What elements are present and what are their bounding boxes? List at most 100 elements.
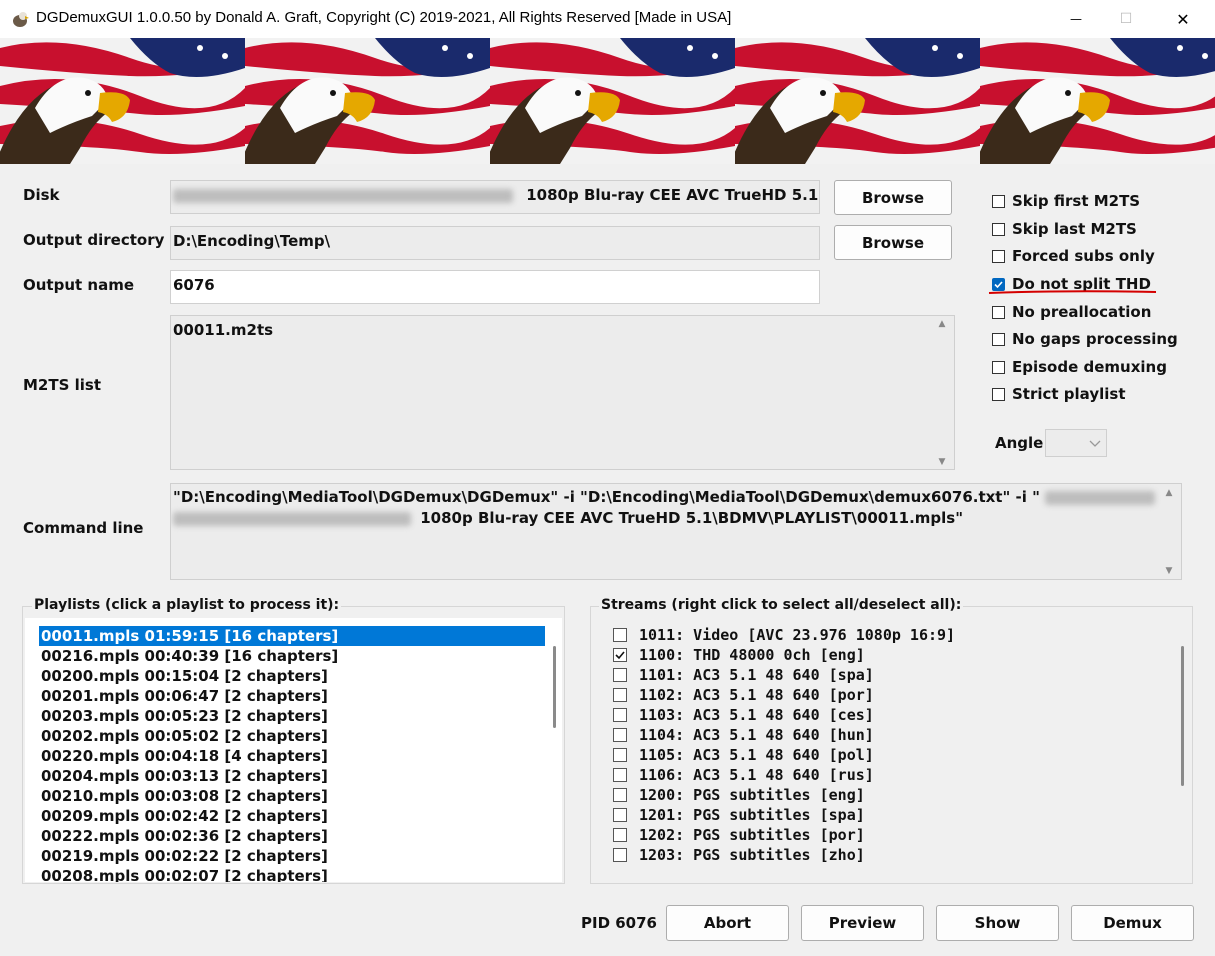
stream-label: 1105: AC3 5.1 48 640 [pol] (639, 746, 874, 764)
stream-item[interactable]: 1100: THD 48000 0ch [eng] (613, 645, 1173, 665)
stream-checkbox[interactable] (613, 828, 627, 842)
option-skip-last-m2ts[interactable]: Skip last M2TS (992, 219, 1137, 239)
command-line-scrollbar[interactable]: ▲ ▼ (1161, 487, 1177, 577)
output-name-field[interactable]: 6076 (170, 270, 820, 304)
option-no-gaps-processing[interactable]: No gaps processing (992, 329, 1178, 349)
angle-select[interactable] (1045, 429, 1107, 457)
disk-field[interactable]: 1080p Blu-ray CEE AVC TrueHD 5.1 (170, 180, 820, 214)
checkbox-label: Strict playlist (1012, 385, 1126, 403)
red-underline-annotation (988, 290, 1157, 294)
checkbox[interactable] (992, 222, 1005, 236)
preview-button[interactable]: Preview (801, 905, 924, 941)
stream-checkbox[interactable] (613, 708, 627, 722)
maximize-button[interactable]: ☐ (1103, 0, 1149, 38)
stream-checkbox[interactable] (613, 628, 627, 642)
checkbox[interactable] (992, 332, 1005, 346)
scroll-up-icon[interactable]: ▲ (1166, 487, 1173, 499)
playlist-item[interactable]: 00216.mpls 00:40:39 [16 chapters] (39, 646, 545, 666)
option-no-preallocation[interactable]: No preallocation (992, 302, 1151, 322)
m2ts-list-box[interactable]: 00011.m2ts (170, 315, 955, 470)
stream-checkbox[interactable] (613, 808, 627, 822)
checkbox-label: No gaps processing (1012, 330, 1178, 348)
checkbox[interactable] (992, 249, 1005, 263)
playlist-item[interactable]: 00208.mpls 00:02:07 [2 chapters] (39, 866, 545, 882)
command-line-label: Command line (23, 519, 144, 537)
playlist-item[interactable]: 00219.mpls 00:02:22 [2 chapters] (39, 846, 545, 866)
eagle-flag-tile (240, 38, 490, 164)
scroll-up-icon[interactable]: ▲ (939, 318, 946, 330)
abort-button[interactable]: Abort (666, 905, 789, 941)
stream-label: 1106: AC3 5.1 48 640 [rus] (639, 766, 874, 784)
checkbox[interactable] (992, 360, 1005, 374)
playlist-item[interactable]: 00200.mpls 00:15:04 [2 chapters] (39, 666, 545, 686)
stream-item[interactable]: 1104: AC3 5.1 48 640 [hun] (613, 725, 1173, 745)
stream-item[interactable]: 1102: AC3 5.1 48 640 [por] (613, 685, 1173, 705)
browse-output-button[interactable]: Browse (834, 225, 952, 260)
stream-item[interactable]: 1106: AC3 5.1 48 640 [rus] (613, 765, 1173, 785)
stream-item[interactable]: 1202: PGS subtitles [por] (613, 825, 1173, 845)
stream-checkbox[interactable] (613, 748, 627, 762)
redacted-text (1045, 490, 1156, 505)
checkbox-label: Episode demuxing (1012, 358, 1167, 376)
title-bar: DGDemuxGUI 1.0.0.50 by Donald A. Graft, … (0, 0, 1215, 38)
streams-list[interactable]: 1011: Video [AVC 23.976 1080p 16:9] 1100:… (593, 618, 1190, 882)
stream-checkbox[interactable] (613, 848, 627, 862)
playlist-item[interactable]: 00203.mpls 00:05:23 [2 chapters] (39, 706, 545, 726)
playlist-item[interactable]: 00222.mpls 00:02:36 [2 chapters] (39, 826, 545, 846)
stream-label: 1200: PGS subtitles [eng] (639, 786, 865, 804)
playlists-title: Playlists (click a playlist to process i… (32, 597, 342, 613)
stream-checkbox[interactable] (613, 648, 627, 662)
scroll-down-icon[interactable]: ▼ (939, 456, 946, 468)
option-forced-subs-only[interactable]: Forced subs only (992, 246, 1155, 266)
option-skip-first-m2ts[interactable]: Skip first M2TS (992, 191, 1140, 211)
stream-label: 1203: PGS subtitles [zho] (639, 846, 865, 864)
playlist-item[interactable]: 00011.mpls 01:59:15 [16 chapters] (39, 626, 545, 646)
checkbox[interactable] (992, 194, 1005, 208)
option-strict-playlist[interactable]: Strict playlist (992, 384, 1126, 404)
playlist-item[interactable]: 00220.mpls 00:04:18 [4 chapters] (39, 746, 545, 766)
output-directory-field[interactable]: D:\Encoding\Temp\ (170, 226, 820, 260)
redacted-text (173, 511, 411, 526)
stream-label: 1101: AC3 5.1 48 640 [spa] (639, 666, 874, 684)
checkbox[interactable] (992, 305, 1005, 319)
playlists-scroll-thumb[interactable] (553, 646, 556, 728)
eagle-flag-banner (0, 38, 1215, 164)
checkbox[interactable] (992, 387, 1005, 401)
scroll-down-icon[interactable]: ▼ (1166, 565, 1173, 577)
m2ts-scrollbar[interactable]: ▲ ▼ (934, 318, 950, 468)
stream-item[interactable]: 1203: PGS subtitles [zho] (613, 845, 1173, 865)
app-icon (13, 12, 29, 27)
stream-item[interactable]: 1201: PGS subtitles [spa] (613, 805, 1173, 825)
checkbox-label: Skip last M2TS (1012, 220, 1137, 238)
stream-checkbox[interactable] (613, 768, 627, 782)
streams-scroll-thumb[interactable] (1181, 646, 1184, 786)
playlist-item[interactable]: 00201.mpls 00:06:47 [2 chapters] (39, 686, 545, 706)
playlists-list[interactable]: 00011.mpls 01:59:15 [16 chapters] 00216.m… (25, 618, 562, 882)
show-button[interactable]: Show (936, 905, 1059, 941)
stream-item[interactable]: 1103: AC3 5.1 48 640 [ces] (613, 705, 1173, 725)
playlist-item[interactable]: 00202.mpls 00:05:02 [2 chapters] (39, 726, 545, 746)
command-line-text-2: 1080p Blu-ray CEE AVC TrueHD 5.1\BDMV\PL… (173, 508, 1181, 529)
stream-checkbox[interactable] (613, 788, 627, 802)
demux-button[interactable]: Demux (1071, 905, 1194, 941)
playlist-item[interactable]: 00210.mpls 00:03:08 [2 chapters] (39, 786, 545, 806)
stream-label: 1201: PGS subtitles [spa] (639, 806, 865, 824)
stream-checkbox[interactable] (613, 688, 627, 702)
stream-label: 1100: THD 48000 0ch [eng] (639, 646, 865, 664)
browse-disk-button[interactable]: Browse (834, 180, 952, 215)
stream-item[interactable]: 1200: PGS subtitles [eng] (613, 785, 1173, 805)
stream-item[interactable]: 1105: AC3 5.1 48 640 [pol] (613, 745, 1173, 765)
playlist-item[interactable]: 00204.mpls 00:03:13 [2 chapters] (39, 766, 545, 786)
playlist-item[interactable]: 00209.mpls 00:02:42 [2 chapters] (39, 806, 545, 826)
checkbox[interactable] (992, 277, 1005, 291)
stream-item[interactable]: 1011: Video [AVC 23.976 1080p 16:9] (613, 625, 1173, 645)
stream-label: 1202: PGS subtitles [por] (639, 826, 865, 844)
stream-checkbox[interactable] (613, 668, 627, 682)
option-episode-demuxing[interactable]: Episode demuxing (992, 357, 1167, 377)
command-line-box[interactable]: "D:\Encoding\MediaTool\DGDemux\DGDemux" … (170, 483, 1182, 580)
close-button[interactable]: ✕ (1160, 0, 1206, 38)
stream-item[interactable]: 1101: AC3 5.1 48 640 [spa] (613, 665, 1173, 685)
eagle-flag-tile (730, 38, 980, 164)
stream-checkbox[interactable] (613, 728, 627, 742)
minimize-button[interactable]: — (1053, 0, 1099, 38)
